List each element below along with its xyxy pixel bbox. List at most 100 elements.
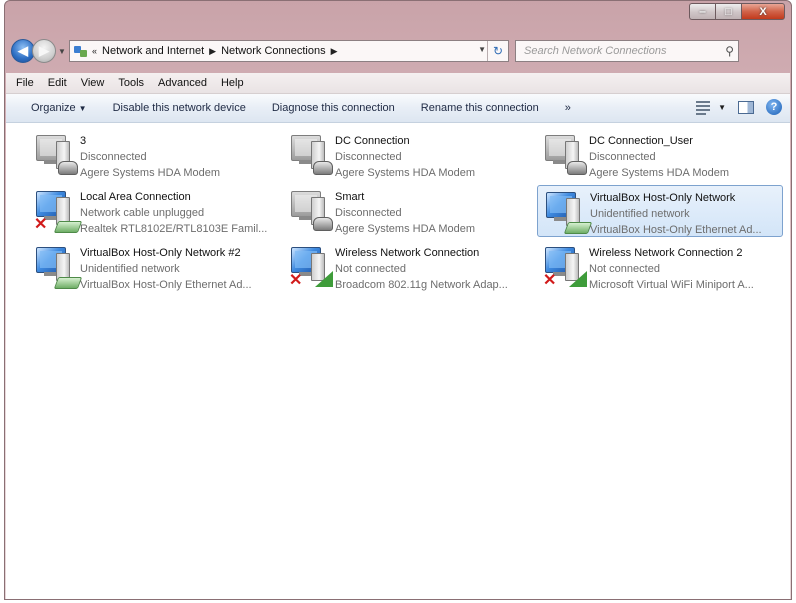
close-icon: X (759, 5, 767, 18)
connection-name: 3 (80, 135, 87, 147)
menu-help[interactable]: Help (221, 77, 244, 89)
connection-item[interactable]: ✕ Local Area Connection Network cable unpl… (28, 185, 274, 237)
connection-device: Agere Systems HDA Modem (80, 167, 220, 179)
connection-text: Wireless Network Connection Not connected… (335, 245, 525, 293)
breadcrumb-overflow[interactable]: « (92, 46, 97, 56)
connection-text: VirtualBox Host-Only Network Unidentified… (590, 190, 780, 238)
breadcrumb-network-connections[interactable]: Network Connections (221, 45, 326, 57)
wireless-computer-icon: ✕ (289, 247, 333, 289)
search-input[interactable] (522, 44, 716, 58)
connection-text: 3 Disconnected Agere Systems HDA Modem (80, 133, 270, 181)
maximize-icon: □ (725, 5, 732, 18)
connection-item[interactable]: 3 Disconnected Agere Systems HDA Modem (28, 129, 274, 181)
menu-bar: File Edit View Tools Advanced Help (6, 73, 790, 94)
forward-button[interactable]: ▶ (32, 39, 56, 63)
connection-item[interactable]: DC Connection Disconnected Agere Systems H… (283, 129, 529, 181)
connection-status: Not connected (335, 263, 406, 275)
menu-edit[interactable]: Edit (48, 77, 67, 89)
ethernet-computer-icon (544, 192, 593, 234)
connection-name: Wireless Network Connection (335, 247, 480, 259)
breadcrumb-network-and-internet[interactable]: Network and Internet (102, 45, 204, 57)
caption-buttons: ‒ □ X (689, 3, 785, 20)
command-bar: Organize ▼ Disable this network device Di… (6, 94, 790, 123)
maximize-button[interactable]: □ (715, 3, 741, 20)
connection-name: DC Connection_User (589, 135, 693, 147)
connection-device: Broadcom 802.11g Network Adap... (335, 279, 508, 291)
chevron-down-icon: ▼ (78, 104, 87, 113)
preview-pane-button[interactable] (738, 98, 754, 116)
connection-text: DC Connection Disconnected Agere Systems H… (335, 133, 525, 181)
ethernet-computer-icon (34, 247, 83, 289)
connection-status: Disconnected (335, 151, 402, 163)
refresh-button[interactable]: ↻ (487, 41, 508, 61)
search-icon[interactable]: ⚲ (725, 44, 734, 58)
modem-computer-icon (289, 135, 333, 177)
menu-view[interactable]: View (81, 77, 105, 89)
chevron-down-icon: ▼ (718, 102, 726, 112)
connection-device: VirtualBox Host-Only Ethernet Ad... (590, 224, 762, 236)
forward-arrow-icon: ▶ (39, 43, 49, 58)
address-history-dropdown[interactable]: ▼ (478, 45, 486, 54)
connection-status: Unidentified network (590, 208, 690, 220)
address-bar[interactable]: « Network and Internet ▶ Network Connect… (69, 40, 509, 62)
network-folder-icon (74, 44, 88, 58)
menu-advanced[interactable]: Advanced (158, 77, 207, 89)
connection-device: Realtek RTL8102E/RTL8103E Famil... (80, 223, 268, 235)
menu-tools[interactable]: Tools (118, 77, 144, 89)
back-arrow-icon: ◀ (18, 43, 28, 58)
breadcrumb-separator-icon[interactable]: ▶ (331, 46, 338, 57)
help-button[interactable]: ? (766, 98, 782, 116)
connection-item[interactable]: DC Connection_User Disconnected Agere Syst… (537, 129, 783, 181)
connection-status: Not connected (589, 263, 660, 275)
connection-status: Disconnected (335, 207, 402, 219)
wireless-computer-icon: ✕ (543, 247, 587, 289)
preview-pane-icon (738, 100, 754, 114)
connection-text: Wireless Network Connection 2 Not connect… (589, 245, 779, 293)
connection-status: Disconnected (80, 151, 147, 163)
connection-device: Agere Systems HDA Modem (335, 223, 475, 235)
connection-name: Smart (335, 191, 365, 203)
connection-name: VirtualBox Host-Only Network (590, 192, 736, 204)
organize-button[interactable]: Organize ▼ (31, 102, 87, 114)
views-icon (696, 100, 714, 115)
connection-item[interactable]: ✕ Wireless Network Connection Not connecte… (283, 241, 529, 293)
connection-text: DC Connection_User Disconnected Agere Syst… (589, 133, 779, 181)
more-commands-button[interactable]: » (565, 102, 571, 114)
address-row: ◀ ▶ ▼ « Network and Internet ▶ Network C… (11, 38, 785, 64)
view-controls: ▼ ? (684, 98, 782, 116)
connection-device: Microsoft Virtual WiFi Miniport A... (589, 279, 754, 291)
modem-computer-icon (543, 135, 587, 177)
menu-file[interactable]: File (16, 77, 34, 89)
minimize-icon: ‒ (699, 5, 706, 18)
connection-item[interactable]: VirtualBox Host-Only Network #2 Unidentif… (28, 241, 274, 293)
refresh-icon: ↻ (492, 44, 504, 58)
minimize-button[interactable]: ‒ (689, 3, 715, 20)
connection-status: Unidentified network (80, 263, 180, 275)
connection-name: DC Connection (335, 135, 410, 147)
help-icon: ? (766, 99, 782, 115)
recent-pages-dropdown[interactable]: ▼ (58, 47, 66, 56)
connection-status: Disconnected (589, 151, 656, 163)
connection-text: VirtualBox Host-Only Network #2 Unidentif… (80, 245, 270, 293)
connection-name: VirtualBox Host-Only Network #2 (80, 247, 241, 259)
organize-label: Organize (31, 102, 76, 114)
connection-device: Agere Systems HDA Modem (335, 167, 475, 179)
connection-status: Network cable unplugged (80, 207, 205, 219)
modem-computer-icon (34, 135, 78, 177)
connection-item[interactable]: VirtualBox Host-Only Network Unidentified… (537, 185, 783, 237)
close-button[interactable]: X (741, 3, 785, 20)
search-box[interactable]: ⚲ (515, 40, 739, 62)
change-view-button[interactable]: ▼ (696, 98, 726, 116)
error-x-icon: ✕ (543, 272, 557, 289)
breadcrumb-separator-icon[interactable]: ▶ (209, 46, 216, 57)
diagnose-button[interactable]: Diagnose this connection (272, 102, 395, 114)
connection-item[interactable]: Smart Disconnected Agere Systems HDA Modem (283, 185, 529, 237)
connection-text: Local Area Connection Network cable unplu… (80, 189, 270, 237)
connection-name: Local Area Connection (80, 191, 191, 203)
rename-button[interactable]: Rename this connection (421, 102, 539, 114)
connection-item[interactable]: ✕ Wireless Network Connection 2 Not connec… (537, 241, 783, 293)
error-x-icon: ✕ (289, 272, 303, 289)
error-x-icon: ✕ (34, 216, 48, 233)
disable-device-button[interactable]: Disable this network device (113, 102, 246, 114)
modem-computer-icon (289, 191, 333, 233)
